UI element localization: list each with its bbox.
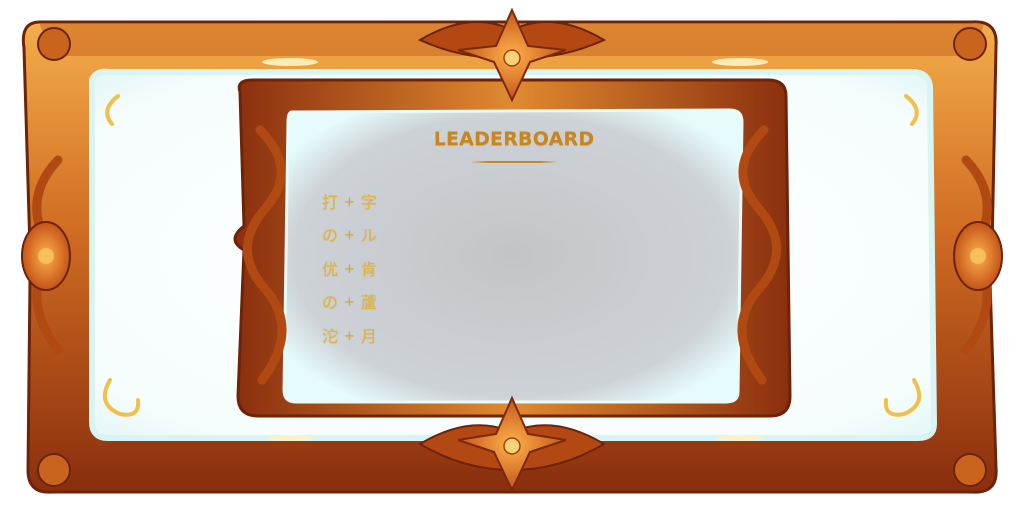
entry-left-glyph: 沱 (322, 326, 339, 346)
leaderboard-entry[interactable]: の + 蘆 (322, 287, 442, 321)
leaderboard-list: 打 + 字 の + ル 优 + 肯 の + 蘆 沱 + 月 (322, 186, 442, 354)
entry-right-glyph: ル (360, 226, 377, 246)
corner-ornament-icon (37, 453, 71, 487)
entry-right-glyph: 蘆 (360, 293, 377, 313)
right-medallion-icon (953, 221, 1003, 291)
entry-separator: + (344, 261, 355, 277)
leaderboard-entry[interactable]: 打 + 字 (322, 186, 442, 220)
corner-ornament-icon (953, 27, 987, 61)
entry-right-glyph: 字 (360, 192, 377, 212)
corner-ornament-icon (37, 27, 71, 61)
leaderboard-screen: LEADERBOARD 打 + 字 の + ル 优 + 肯 の + 蘆 沱 + … (0, 0, 1024, 512)
leaderboard-entry[interactable]: 优 + 肯 (322, 253, 442, 287)
left-medallion-icon (21, 221, 71, 291)
entry-separator: + (344, 228, 355, 244)
entry-separator: + (344, 328, 355, 344)
entry-right-glyph: 月 (360, 326, 377, 346)
leaderboard-entry[interactable]: 沱 + 月 (322, 320, 442, 354)
entry-separator: + (344, 194, 355, 210)
leaderboard-title: LEADERBOARD (433, 128, 595, 150)
leaderboard-entry[interactable]: の + ル (322, 220, 442, 254)
corner-ornament-icon (953, 453, 987, 487)
entry-left-glyph: の (322, 226, 339, 246)
entry-separator: + (344, 295, 355, 311)
title-underline (470, 161, 558, 163)
ornate-frame (21, 7, 1003, 494)
entry-left-glyph: の (322, 293, 339, 313)
entry-right-glyph: 肯 (360, 259, 377, 279)
entry-left-glyph: 优 (322, 259, 339, 279)
entry-left-glyph: 打 (322, 192, 339, 212)
